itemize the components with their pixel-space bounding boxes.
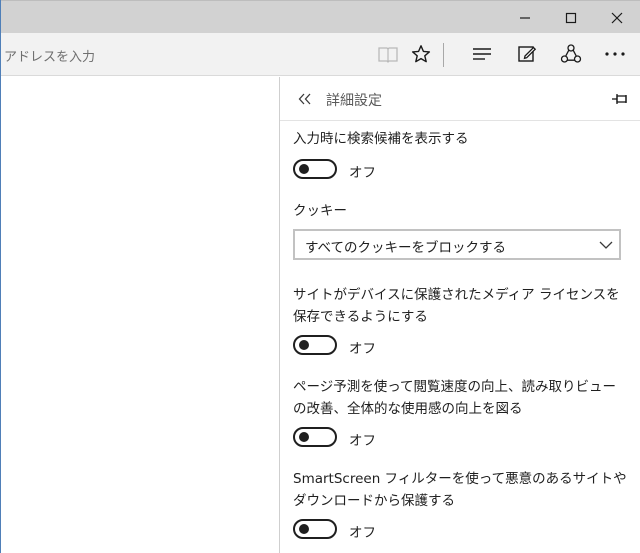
cookies-selected-value: すべてのクッキーをブロックする (305, 240, 507, 256)
search-suggestions-label: 入力時に検索候補を表示する (293, 131, 469, 147)
maximize-icon (565, 12, 577, 23)
cookies-dropdown[interactable]: すべてのクッキーをブロックする (293, 229, 621, 260)
minimize-button[interactable] (502, 1, 548, 34)
smartscreen-toggle[interactable] (293, 519, 337, 539)
toggle-knob (299, 340, 309, 350)
address-bar[interactable]: アドレスを入力 (4, 46, 95, 65)
web-note-icon (518, 46, 537, 62)
search-suggestions-state: オフ (349, 165, 376, 181)
smartscreen-label: SmartScreen フィルターを使って悪意のあるサイトやダウンロードから保護… (293, 471, 627, 509)
share-icon (560, 44, 582, 63)
media-license-toggle[interactable] (293, 335, 337, 355)
pin-button[interactable] (610, 89, 630, 109)
toggle-knob (299, 524, 309, 534)
page-prediction-label: ページ予測を使って閲覧速度の向上、読み取りビューの改善、全体的な使用感の向上を図… (293, 379, 617, 417)
hub-button[interactable] (466, 39, 498, 69)
pin-icon (612, 94, 627, 104)
window-border (0, 0, 1, 553)
maximize-button[interactable] (548, 1, 594, 34)
more-button[interactable] (599, 39, 631, 69)
media-license-label: サイトがデバイスに保護されたメディア ライセンスを保存できるようにする (293, 287, 620, 325)
favorite-button[interactable] (405, 39, 437, 69)
minimize-icon (520, 16, 530, 19)
panel-header: 詳細設定 (280, 77, 640, 121)
toggle-knob (299, 432, 309, 442)
back-button[interactable] (295, 89, 315, 109)
browser-toolbar: アドレスを入力 (0, 33, 640, 76)
title-bar (0, 0, 640, 33)
double-chevron-left-icon (298, 93, 311, 105)
media-license-state: オフ (349, 341, 376, 357)
favorite-star-icon (411, 45, 431, 63)
chevron-down-icon (599, 238, 613, 252)
reading-view-button[interactable] (372, 39, 404, 69)
share-button[interactable] (555, 39, 587, 69)
hub-icon (473, 48, 491, 60)
search-suggestions-toggle[interactable] (293, 159, 337, 179)
toolbar-separator (443, 43, 444, 67)
close-button[interactable] (594, 1, 640, 34)
page-prediction-toggle[interactable] (293, 427, 337, 447)
cookies-label: クッキー (293, 203, 347, 219)
toggle-knob (299, 164, 309, 174)
more-icon (605, 52, 625, 56)
page-content (0, 77, 280, 553)
panel-title: 詳細設定 (326, 93, 382, 109)
smartscreen-state: オフ (349, 525, 376, 541)
advanced-settings-panel: 詳細設定 入力時に検索候補を表示する オフ クッキー すべてのクッキーをブロック… (279, 77, 640, 553)
reading-view-icon (378, 47, 398, 63)
page-prediction-state: オフ (349, 433, 376, 449)
close-icon (611, 12, 623, 23)
web-note-button[interactable] (511, 39, 543, 69)
